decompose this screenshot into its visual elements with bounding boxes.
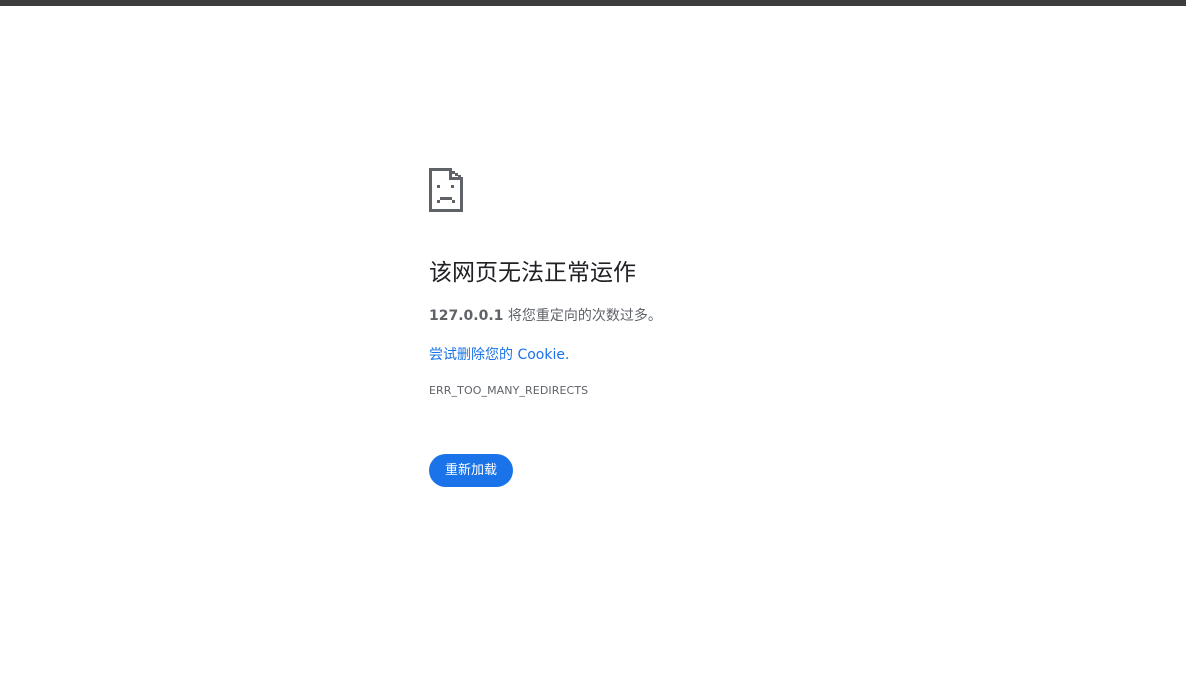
error-message-text: 将您重定向的次数过多。 xyxy=(503,308,662,324)
delete-cookies-link[interactable]: 尝试删除您的 Cookie. xyxy=(429,345,569,365)
sad-page-icon xyxy=(429,168,1029,212)
window-top-bar xyxy=(0,0,1186,6)
error-title: 该网页无法正常运作 xyxy=(429,260,636,286)
error-host: 127.0.0.1 xyxy=(429,308,504,324)
error-message: 127.0.0.1 将您重定向的次数过多。 xyxy=(429,306,1029,326)
reload-button[interactable]: 重新加载 xyxy=(429,454,514,487)
error-page: 该网页无法正常运作 127.0.0.1 将您重定向的次数过多。 尝试删除您的 C… xyxy=(429,168,1029,487)
error-code: ERR_TOO_MANY_REDIRECTS xyxy=(429,384,589,397)
